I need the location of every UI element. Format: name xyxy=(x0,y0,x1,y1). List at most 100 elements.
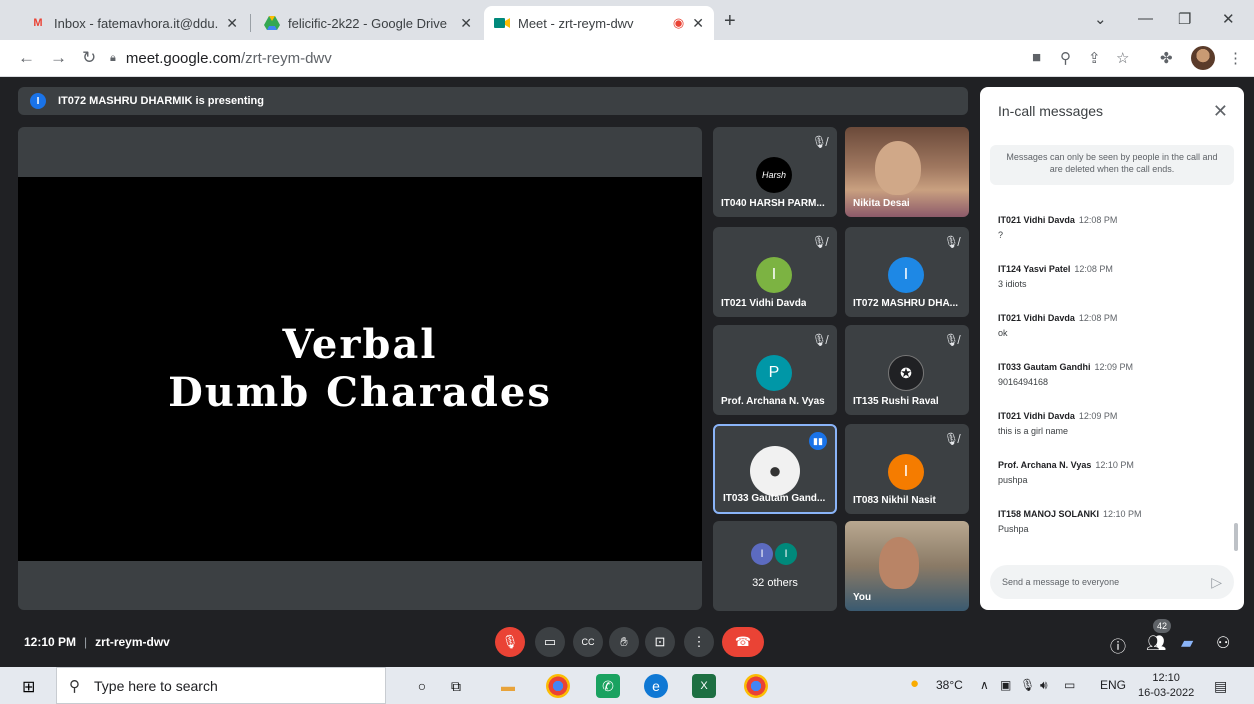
volume-icon[interactable]: 🔊︎ xyxy=(1040,678,1048,693)
activities-icon[interactable]: ⚇ xyxy=(1216,633,1230,653)
meeting-details-icon[interactable]: ⓘ xyxy=(1110,633,1126,657)
chat-message: IT033 Gautam Gandhi 12:09 PM 9016494168 xyxy=(998,362,1133,387)
chrome-icon[interactable] xyxy=(546,674,570,698)
chat-scrollbar[interactable] xyxy=(1234,523,1238,551)
taskbar-clock[interactable]: 12:10 16-03-2022 xyxy=(1138,671,1194,701)
close-tab-icon[interactable]: ✕ xyxy=(692,15,704,32)
mic-off-icon: 🎙︎̸ xyxy=(943,333,959,347)
recording-indicator-icon: ◉ xyxy=(672,15,685,30)
windows-taskbar: ⊞ ⚲ Type here to search ○ ⧉ ▬ ✆ e X ● 38… xyxy=(0,667,1254,704)
battery-icon[interactable]: ▭ xyxy=(1064,678,1075,692)
tab-gmail[interactable]: M Inbox - fatemavhora.it@ddu.ac.in ✕ xyxy=(20,6,248,40)
language-indicator[interactable]: ENG xyxy=(1100,678,1126,692)
weather-temp[interactable]: 38°C xyxy=(936,678,963,692)
window-close-button[interactable]: ✕ xyxy=(1222,10,1235,28)
more-options-button[interactable]: ⋮ xyxy=(684,627,714,657)
back-arrow-icon[interactable]: ← xyxy=(18,48,35,68)
close-tab-icon[interactable]: ✕ xyxy=(226,15,238,32)
participant-tile[interactable]: 🎙︎̸ ✪ IT135 Rushi Raval xyxy=(845,325,969,415)
others-tile[interactable]: I I 32 others xyxy=(713,521,837,611)
participant-name: IT040 HARSH PARM... xyxy=(721,198,825,209)
taskbar-search-box[interactable]: ⚲ Type here to search xyxy=(56,667,386,704)
share-icon[interactable]: ⇪ xyxy=(1088,49,1101,67)
people-icon[interactable]: 👥︎ xyxy=(1146,633,1166,653)
file-explorer-icon[interactable]: ▬ xyxy=(496,674,520,698)
message-text: 3 idiots xyxy=(998,279,1027,289)
tab-search-chevron-icon[interactable]: ⌄ xyxy=(1094,10,1107,28)
tab-title: Meet - zrt-reym-dwv xyxy=(518,15,634,31)
forward-arrow-icon[interactable]: → xyxy=(50,48,67,68)
whatsapp-icon[interactable]: ✆ xyxy=(596,674,620,698)
camera-icon[interactable]: ■ xyxy=(1032,49,1041,66)
profile-avatar[interactable] xyxy=(1191,46,1215,70)
excel-icon[interactable]: X xyxy=(692,674,716,698)
close-chat-icon[interactable]: ✕ xyxy=(1213,101,1228,122)
tab-drive[interactable]: felicific-2k22 - Google Drive ✕ xyxy=(254,6,482,40)
participant-initial-avatar: P xyxy=(756,355,792,391)
presentation-stage[interactable]: Verbal Dumb Charades xyxy=(18,127,702,610)
chat-icon[interactable]: ▰ xyxy=(1181,633,1193,653)
people-count-badge: 42 xyxy=(1153,619,1171,633)
present-screen-button[interactable]: ⊡ xyxy=(645,627,675,657)
participant-tile[interactable]: 🎙︎̸ P Prof. Archana N. Vyas xyxy=(713,325,837,415)
message-text: Pushpa xyxy=(998,524,1029,534)
weather-icon[interactable]: ● xyxy=(910,675,919,692)
send-icon[interactable]: ▷ xyxy=(1211,574,1222,591)
chrome-profile-icon[interactable] xyxy=(744,674,768,698)
meeting-controls: 12:10 PM | zrt-reym-dwv 🎙︎ ▭ CC ✋︎ ⊡ ⋮ ☎︎ … xyxy=(0,619,1254,667)
present-icon: ⊡ xyxy=(654,634,666,649)
participant-tile-speaking[interactable]: ▮▮ ● IT033 Gautam Gand... xyxy=(713,424,837,514)
notifications-icon[interactable]: ▤ xyxy=(1214,678,1227,695)
chrome-menu-icon[interactable]: ⋮ xyxy=(1228,49,1243,67)
lock-icon: 🔒︎ xyxy=(110,51,116,64)
chat-message-input[interactable]: Send a message to everyone ▷ xyxy=(990,565,1234,599)
microphone-tray-icon[interactable]: 🎙︎ xyxy=(1020,678,1035,692)
self-name: You xyxy=(853,592,872,603)
tray-overflow-icon[interactable]: ∧ xyxy=(980,678,989,692)
camera-toggle-button[interactable]: ▭ xyxy=(535,627,565,657)
address-bar[interactable]: 🔒︎ meet.google.com/zrt-reym-dwv xyxy=(110,44,1000,72)
meeting-time: 12:10 PM xyxy=(24,635,77,649)
participant-tile[interactable]: 🎙︎̸ Harsh IT040 HARSH PARM... xyxy=(713,127,837,217)
close-tab-icon[interactable]: ✕ xyxy=(460,15,472,32)
message-time: 12:08 PM xyxy=(1078,313,1118,323)
drive-icon xyxy=(264,15,280,31)
presenting-banner: I IT072 MASHRU DHARMIK is presenting xyxy=(18,87,968,115)
chat-message: IT021 Vidhi Davda 12:09 PM this is a girl… xyxy=(998,411,1117,436)
participant-tile[interactable]: 🎙︎̸ I IT021 Vidhi Davda xyxy=(713,227,837,317)
leave-call-button[interactable]: ☎︎ xyxy=(722,627,764,657)
participant-name: IT033 Gautam Gand... xyxy=(723,493,826,504)
reload-icon[interactable]: ↻ xyxy=(82,48,96,68)
message-text: this is a girl name xyxy=(998,426,1069,436)
message-text: ok xyxy=(998,328,1008,338)
microphone-toggle-button[interactable]: 🎙︎ xyxy=(495,627,525,657)
participant-tile[interactable]: 🎙︎̸ I IT072 MASHRU DHA... xyxy=(845,227,969,317)
meet-window: I IT072 MASHRU DHARMIK is presenting Ver… xyxy=(0,77,1254,667)
participant-name: Nikita Desai xyxy=(853,198,910,209)
network-status-icon[interactable]: ▣ xyxy=(1000,678,1011,692)
mic-off-icon: 🎙︎̸ xyxy=(811,135,827,149)
new-tab-button[interactable]: + xyxy=(724,10,736,33)
zoom-icon[interactable]: ⚲ xyxy=(1060,49,1071,67)
participant-tile[interactable]: 🎙︎̸ I IT083 Nikhil Nasit xyxy=(845,424,969,514)
gmail-icon: M xyxy=(33,17,43,29)
edge-icon[interactable]: e xyxy=(644,674,668,698)
raise-hand-button[interactable]: ✋︎ xyxy=(609,627,639,657)
shared-slide: Verbal Dumb Charades xyxy=(18,177,702,561)
chat-title: In-call messages xyxy=(998,103,1104,119)
extensions-puzzle-icon[interactable]: ✤ xyxy=(1160,49,1173,67)
captions-button[interactable]: CC xyxy=(573,627,603,657)
others-avatar-1: I xyxy=(751,543,773,565)
task-view-icon[interactable]: ⧉ xyxy=(444,674,468,698)
url-host: meet.google.com xyxy=(125,49,241,67)
cortana-icon[interactable]: ○ xyxy=(410,674,434,698)
windows-start-icon[interactable]: ⊞ xyxy=(22,677,35,697)
participant-tile[interactable]: Nikita Desai xyxy=(845,127,969,217)
self-view-tile[interactable]: You xyxy=(845,521,969,611)
tab-meet[interactable]: Meet - zrt-reym-dwv ◉ ✕ xyxy=(484,6,714,40)
restore-button[interactable]: ❐ xyxy=(1178,10,1191,28)
message-time: 12:10 PM xyxy=(1103,509,1142,519)
bookmark-star-icon[interactable]: ☆ xyxy=(1116,49,1129,67)
minimize-button[interactable]: — xyxy=(1138,10,1153,27)
message-time: 12:10 PM xyxy=(1095,460,1134,470)
